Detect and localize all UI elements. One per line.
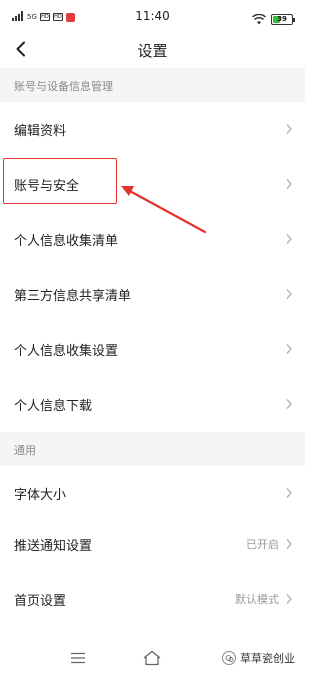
chevron-right-icon [286,594,292,604]
row-label: 第三方信息共享清单 [14,289,132,304]
chevron-right-icon [286,399,292,409]
row-label: 个人信息收集清单 [14,234,119,249]
status-right-indicators: 39 [251,10,295,29]
row-value: 默认模式 [235,593,279,606]
wifi-icon [251,10,267,29]
chevron-right-icon [286,344,292,354]
battery-icon: 39 [271,14,295,25]
status-bar: 5G HD HD 11:40 39 [0,0,305,32]
section-header-label: 账号与设备信息管理 [14,80,113,93]
row-label: 个人信息下载 [14,399,93,414]
row-font-size[interactable]: 字体大小 [0,466,305,521]
chevron-right-icon [286,289,292,299]
menu-icon [71,652,85,664]
chevron-right-icon [286,124,292,134]
home-icon [143,650,161,666]
watermark: 草草瓷创业 [222,650,295,666]
row-third-party-sharing-list[interactable]: 第三方信息共享清单 [0,267,305,322]
chevron-right-icon [286,488,292,498]
section-header-account: 账号与设备信息管理 [0,68,305,102]
row-home-settings[interactable]: 首页设置 默认模式 [0,572,305,627]
row-push-notification-settings[interactable]: 推送通知设置 已开启 [0,517,305,572]
row-value: 已开启 [246,538,279,551]
row-edit-profile[interactable]: 编辑资料 [0,102,305,157]
watermark-text: 草草瓷创业 [240,652,295,665]
section-header-general: 通用 [0,432,305,466]
page-title: 设置 [137,42,168,60]
row-label: 首页设置 [14,594,67,609]
section-header-label: 通用 [14,444,36,457]
row-personal-info-download[interactable]: 个人信息下载 [0,377,305,432]
chevron-right-icon [286,234,292,244]
row-label: 推送通知设置 [14,539,93,554]
home-button[interactable] [140,648,164,668]
menu-button[interactable] [66,648,90,668]
settings-screen: 5G HD HD 11:40 39 设置 账号与设备信息管理 编辑资料 账号与安… [0,0,305,678]
battery-tip [293,18,295,22]
nav-bar: 设置 [0,32,305,66]
row-label: 账号与安全 [14,179,80,194]
chevron-right-icon [286,179,292,189]
row-label: 个人信息收集设置 [14,344,119,359]
battery-percent: 39 [277,15,287,23]
row-label: 字体大小 [14,488,67,503]
row-personal-info-collection-list[interactable]: 个人信息收集清单 [0,212,305,267]
chevron-right-icon [286,539,292,549]
wechat-icon [222,651,236,665]
row-personal-info-collection-settings[interactable]: 个人信息收集设置 [0,322,305,377]
row-label: 编辑资料 [14,124,67,139]
row-account-security[interactable]: 账号与安全 [0,157,305,212]
